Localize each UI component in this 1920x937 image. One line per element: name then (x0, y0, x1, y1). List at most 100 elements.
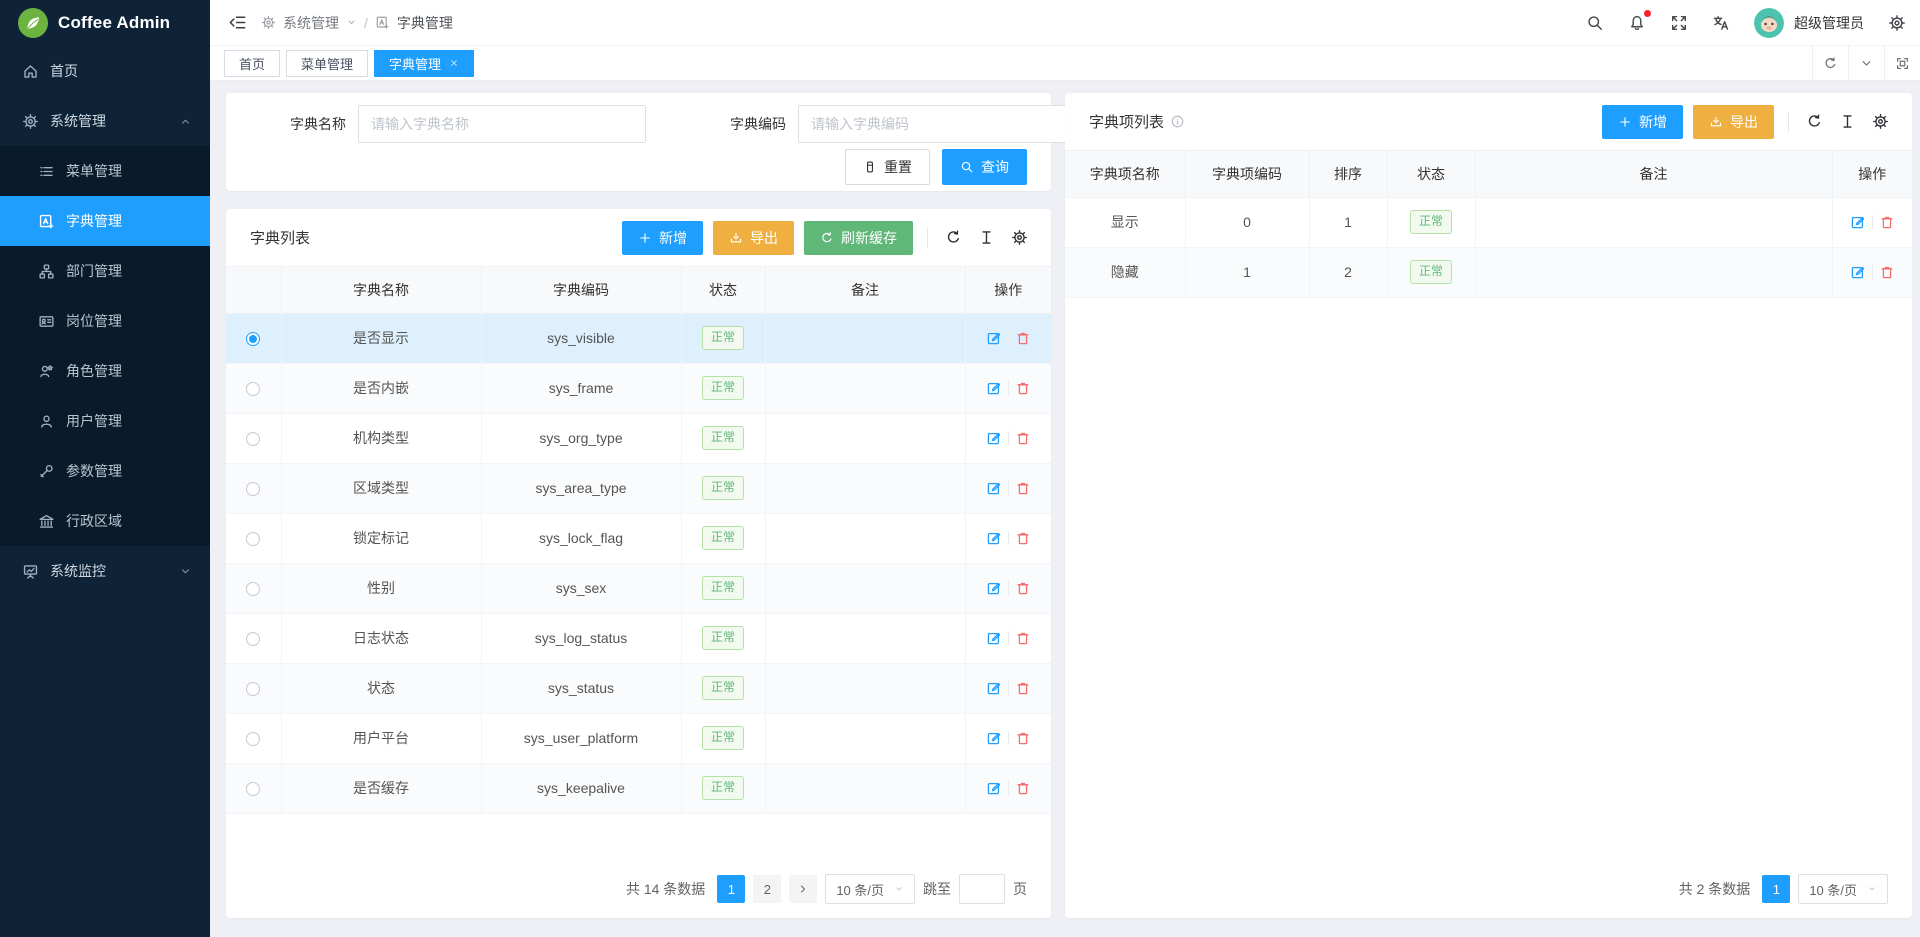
dict-export-button[interactable]: 导出 (713, 221, 794, 255)
row-radio[interactable] (246, 782, 260, 796)
dict-add-button[interactable]: 新增 (622, 221, 703, 255)
notification-bell-icon[interactable] (1628, 14, 1646, 32)
table-row[interactable]: 机构类型 sys_org_type 正常 (226, 413, 1051, 463)
table-row[interactable]: 是否缓存 sys_keepalive 正常 (226, 763, 1051, 813)
dict-name-input[interactable] (358, 105, 646, 143)
table-row[interactable]: 显示 0 1 正常 (1065, 197, 1912, 247)
search-icon[interactable] (1586, 14, 1604, 32)
table-row[interactable]: 用户平台 sys_user_platform 正常 (226, 713, 1051, 763)
row-radio[interactable] (246, 532, 260, 546)
sidebar-item-param-management[interactable]: 参数管理 (0, 446, 210, 496)
delete-icon[interactable] (1015, 330, 1031, 346)
tab-home[interactable]: 首页 (224, 50, 280, 77)
sidebar-item-admin-region[interactable]: 行政区域 (0, 496, 210, 546)
tab-menu-management[interactable]: 菜单管理 (286, 50, 368, 77)
translate-icon[interactable] (1712, 14, 1730, 32)
row-radio[interactable] (246, 432, 260, 446)
edit-icon[interactable] (986, 730, 1002, 746)
delete-icon[interactable] (1879, 214, 1895, 230)
next-page-button[interactable] (789, 875, 817, 903)
refresh-cache-button[interactable]: 刷新缓存 (804, 221, 913, 255)
page-1-button[interactable]: 1 (717, 875, 745, 903)
chevron-down-icon (1867, 884, 1877, 894)
delete-icon[interactable] (1015, 630, 1031, 646)
edit-icon[interactable] (986, 530, 1002, 546)
table-row[interactable]: 性别 sys_sex 正常 (226, 563, 1051, 613)
close-icon[interactable] (449, 58, 459, 68)
edit-icon[interactable] (1850, 264, 1866, 280)
table-refresh-icon[interactable] (945, 229, 962, 246)
table-row[interactable]: 区域类型 sys_area_type 正常 (226, 463, 1051, 513)
item-add-button[interactable]: 新增 (1602, 105, 1683, 139)
breadcrumb-level1[interactable]: 系统管理 (283, 13, 339, 33)
sidebar-item-user-management[interactable]: 用户管理 (0, 396, 210, 446)
row-radio[interactable] (246, 582, 260, 596)
sidebar-item-dept-management[interactable]: 部门管理 (0, 246, 210, 296)
table-row[interactable]: 状态 sys_status 正常 (226, 663, 1051, 713)
avatar[interactable] (1754, 8, 1784, 38)
item-export-button[interactable]: 导出 (1693, 105, 1774, 139)
fullscreen-icon[interactable] (1670, 14, 1688, 32)
delete-icon[interactable] (1015, 680, 1031, 696)
tab-dict-management[interactable]: 字典管理 (374, 50, 474, 77)
info-icon[interactable] (1170, 114, 1185, 129)
edit-icon[interactable] (986, 680, 1002, 696)
settings-gear-icon[interactable] (1888, 14, 1906, 32)
table-row[interactable]: 日志状态 sys_log_status 正常 (226, 613, 1051, 663)
delete-icon[interactable] (1015, 780, 1031, 796)
sidebar-item-dict-management[interactable]: 字典管理 (0, 196, 210, 246)
dict-code-input[interactable] (798, 105, 1086, 143)
edit-icon[interactable] (986, 480, 1002, 496)
page-size-select[interactable]: 10 条/页 (825, 874, 915, 904)
sidebar-item-home[interactable]: 首页 (0, 46, 210, 96)
reset-button[interactable]: 重置 (845, 149, 930, 185)
user-icon (38, 413, 55, 430)
table-row[interactable]: 是否显示 sys_visible 正常 (226, 313, 1051, 363)
row-radio[interactable] (246, 732, 260, 746)
edit-icon[interactable] (986, 780, 1002, 796)
table-row[interactable]: 锁定标记 sys_lock_flag 正常 (226, 513, 1051, 563)
sidebar-item-post-management[interactable]: 岗位管理 (0, 296, 210, 346)
content-maximize-icon[interactable] (1884, 46, 1920, 80)
column-settings-gear-icon[interactable] (1011, 229, 1028, 246)
dict-name-label: 字典名称 (250, 114, 346, 134)
page-1-button[interactable]: 1 (1762, 875, 1790, 903)
edit-icon[interactable] (986, 580, 1002, 596)
row-height-icon[interactable] (1839, 113, 1856, 130)
sidebar-item-role-management[interactable]: 角色管理 (0, 346, 210, 396)
page-2-button[interactable]: 2 (753, 875, 781, 903)
query-button[interactable]: 查询 (942, 149, 1027, 185)
tab-refresh-icon[interactable] (1812, 46, 1848, 80)
row-radio[interactable] (246, 682, 260, 696)
tab-more-chevron-icon[interactable] (1848, 46, 1884, 80)
table-row[interactable]: 隐藏 1 2 正常 (1065, 247, 1912, 297)
row-radio[interactable] (246, 482, 260, 496)
sidebar-item-menu-management[interactable]: 菜单管理 (0, 146, 210, 196)
sidebar-collapse-button[interactable] (228, 13, 247, 32)
edit-icon[interactable] (986, 330, 1002, 346)
jump-page-input[interactable] (959, 874, 1005, 904)
delete-icon[interactable] (1015, 380, 1031, 396)
current-user-name[interactable]: 超级管理员 (1794, 13, 1864, 33)
app-logo[interactable]: Coffee Admin (0, 0, 210, 46)
delete-icon[interactable] (1015, 430, 1031, 446)
sidebar-item-system-management[interactable]: 系统管理 (0, 96, 210, 146)
row-radio[interactable] (246, 632, 260, 646)
delete-icon[interactable] (1015, 530, 1031, 546)
edit-icon[interactable] (986, 430, 1002, 446)
row-height-icon[interactable] (978, 229, 995, 246)
delete-icon[interactable] (1015, 580, 1031, 596)
page-size-select[interactable]: 10 条/页 (1798, 874, 1888, 904)
sidebar-item-system-monitor[interactable]: 系统监控 (0, 546, 210, 596)
delete-icon[interactable] (1015, 730, 1031, 746)
table-row[interactable]: 是否内嵌 sys_frame 正常 (226, 363, 1051, 413)
column-settings-gear-icon[interactable] (1872, 113, 1889, 130)
delete-icon[interactable] (1879, 264, 1895, 280)
row-radio[interactable] (246, 332, 260, 346)
row-radio[interactable] (246, 382, 260, 396)
edit-icon[interactable] (986, 380, 1002, 396)
delete-icon[interactable] (1015, 480, 1031, 496)
table-refresh-icon[interactable] (1806, 113, 1823, 130)
edit-icon[interactable] (1850, 214, 1866, 230)
edit-icon[interactable] (986, 630, 1002, 646)
